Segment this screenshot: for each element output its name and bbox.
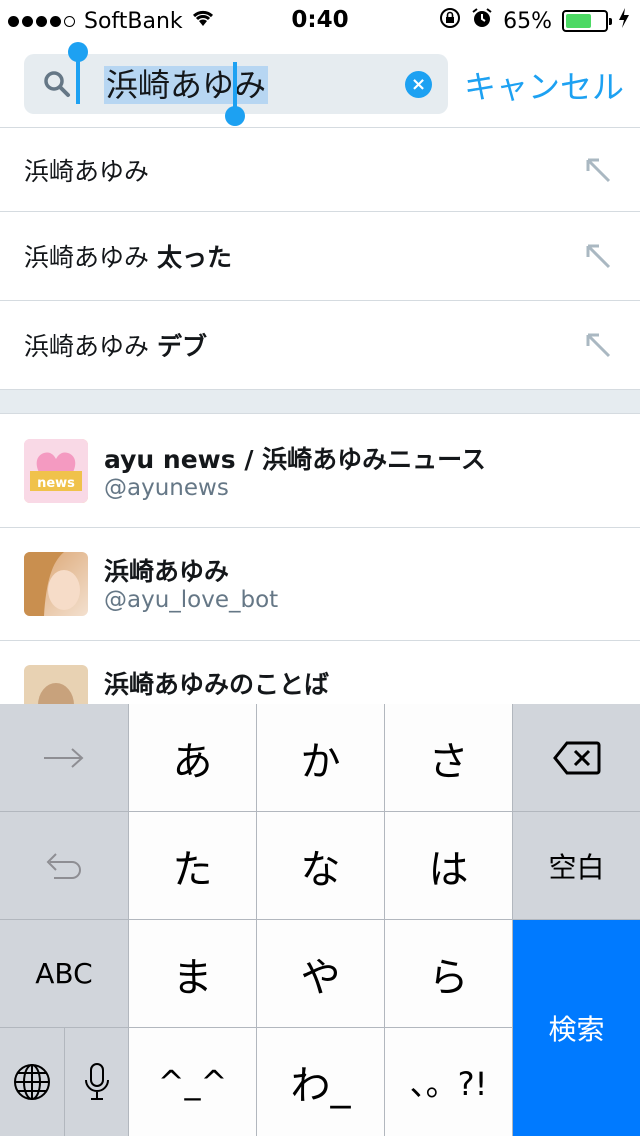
selection-end-handle[interactable] xyxy=(225,106,245,126)
kana-key-ra[interactable]: ら xyxy=(385,920,512,1027)
globe-icon xyxy=(14,1064,50,1100)
fill-query-arrow-icon[interactable] xyxy=(584,331,612,363)
punctuation-key[interactable]: 、。?! xyxy=(385,1028,512,1136)
fill-query-arrow-icon[interactable] xyxy=(584,242,612,274)
search-icon xyxy=(42,69,72,103)
user-result[interactable]: 浜崎あゆみ @ayu_love_bot xyxy=(0,528,640,641)
search-query[interactable]: 浜崎あゆみ xyxy=(104,66,269,104)
abc-key[interactable]: ABC xyxy=(0,920,128,1027)
charging-icon xyxy=(618,7,630,35)
user-name: ayu news / 浜崎あゆみニュース xyxy=(104,445,486,474)
user-result[interactable]: news ayu news / 浜崎あゆみニュース @ayunews xyxy=(0,414,640,528)
user-handle: @ayu_love_bot xyxy=(104,587,279,613)
avatar xyxy=(24,552,88,616)
battery-percent: 65% xyxy=(503,8,552,34)
suggestion-item[interactable]: 浜崎あゆみ xyxy=(0,128,640,212)
kana-key-ha[interactable]: は xyxy=(385,812,512,919)
kana-key-wa[interactable]: わ_ xyxy=(257,1028,384,1136)
selection-start-bar xyxy=(76,60,80,104)
dictation-key[interactable] xyxy=(65,1028,128,1136)
backspace-icon xyxy=(552,741,600,774)
user-result[interactable]: 浜崎あゆみのことば xyxy=(0,641,640,729)
selection-start-handle[interactable] xyxy=(68,42,88,62)
battery-icon xyxy=(562,10,612,32)
suggestion-item[interactable]: 浜崎あゆみ 太った xyxy=(0,212,640,301)
selection-end-bar xyxy=(233,62,237,110)
globe-key[interactable] xyxy=(0,1028,64,1136)
kaomoji-key[interactable]: ^_^ xyxy=(129,1028,256,1136)
suggestion-text: 浜崎あゆみ デブ xyxy=(24,332,207,361)
kana-key-ka[interactable]: か xyxy=(257,704,384,811)
suggestion-text: 浜崎あゆみ 太った xyxy=(24,243,232,272)
right-arrow-icon xyxy=(44,747,84,768)
alarm-icon xyxy=(471,7,493,35)
kana-key-ma[interactable]: ま xyxy=(129,920,256,1027)
kana-key-na[interactable]: な xyxy=(257,812,384,919)
space-key[interactable]: 空白 xyxy=(513,812,640,919)
user-handle: @ayunews xyxy=(104,475,229,501)
user-name: 浜崎あゆみ xyxy=(104,557,230,586)
keyboard: あ か さ た な は 空白 ABC ま や ら 検索 ^_^ わ_ 、。?! xyxy=(0,704,640,1136)
kana-key-ta[interactable]: た xyxy=(129,812,256,919)
svg-text:news: news xyxy=(37,476,75,491)
user-name: 浜崎あゆみのことば xyxy=(104,670,330,699)
avatar: news xyxy=(24,439,88,503)
cancel-button[interactable]: キャンセル xyxy=(464,62,624,108)
undo-key[interactable] xyxy=(0,812,128,919)
kana-key-sa[interactable]: さ xyxy=(385,704,512,811)
search-header: 浜崎あゆみ × キャンセル xyxy=(0,40,640,128)
section-divider xyxy=(0,390,640,414)
next-candidate-key[interactable] xyxy=(0,704,128,811)
search-key[interactable]: 検索 xyxy=(513,920,640,1136)
clear-search-button[interactable]: × xyxy=(405,71,432,98)
fill-query-arrow-icon[interactable] xyxy=(584,156,612,188)
undo-icon xyxy=(46,852,81,879)
microphone-icon xyxy=(84,1063,109,1100)
rotation-lock-icon xyxy=(439,7,461,35)
suggestion-text: 浜崎あゆみ xyxy=(24,157,150,186)
delete-key[interactable] xyxy=(513,704,640,811)
kana-key-a[interactable]: あ xyxy=(129,704,256,811)
kana-key-ya[interactable]: や xyxy=(257,920,384,1027)
status-bar: SoftBank 0:40 65% xyxy=(0,0,640,40)
suggestion-item[interactable]: 浜崎あゆみ デブ xyxy=(0,301,640,390)
